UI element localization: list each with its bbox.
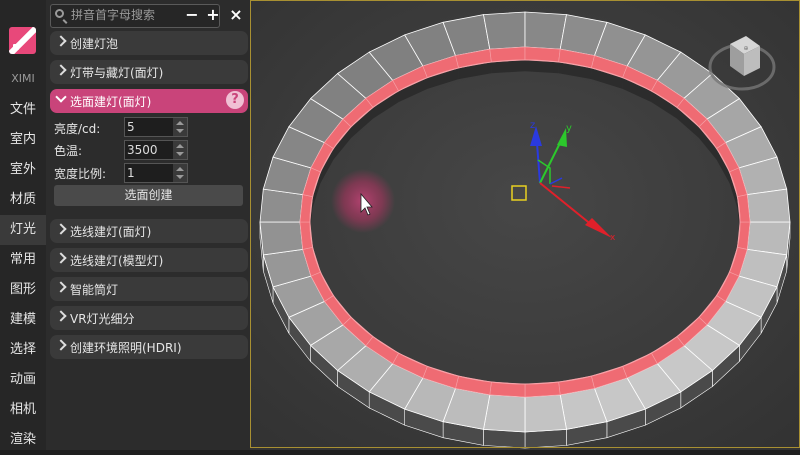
chevron-right-icon [55,223,67,235]
chevron-right-icon [55,35,67,47]
gizmo-z-label: z [530,120,535,131]
ring-outer-wall [524,429,567,449]
create-from-face-button[interactable]: 选面创建 [54,185,243,206]
section-smart-downlight[interactable]: 智能筒灯 [50,277,248,301]
menu-item-material[interactable]: 材质 [0,185,46,215]
gizmo-y-label: y [566,123,572,134]
gizmo-x-label: x [610,233,616,243]
menu-item-selection[interactable]: 选择 [0,335,46,365]
chevron-right-icon [55,339,67,351]
ring-top-face [524,11,567,50]
brightness-spinner [124,117,188,137]
section-line-model-light[interactable]: 选线建灯(模型灯) [50,248,248,272]
section-label: 选线建灯(面灯) [70,225,152,239]
arrow-down-icon [176,129,184,133]
brightness-label: 亮度/cd: [54,122,101,136]
app-logo-icon [9,27,36,54]
menu-item-exterior[interactable]: 室外 [0,155,46,185]
menu-item-lighting[interactable]: 灯光 [0,215,46,245]
section-create-bulb[interactable]: 创建灯泡 [50,31,248,55]
section-light-strip[interactable]: 灯带与藏灯(面灯) [50,60,248,84]
brand-label: XIMI [11,72,35,85]
search-icon [55,9,64,18]
ring-top-face [483,11,526,50]
color-temp-input[interactable] [127,141,171,159]
section-label: 灯带与藏灯(面灯) [70,66,164,80]
menu-item-camera[interactable]: 相机 [0,395,46,425]
brightness-input[interactable] [127,118,171,136]
chevron-right-icon [55,281,67,293]
chevron-right-icon [55,310,67,322]
section-label: 智能筒灯 [70,283,119,297]
width-ratio-label: 宽度比例: [54,167,107,181]
menu-item-shapes[interactable]: 图形 [0,275,46,305]
section-label: 选面建灯(面灯) [70,95,152,109]
section-face-light[interactable]: 选面建灯(面灯) ? [50,89,248,113]
width-ratio-stepper[interactable] [173,164,187,182]
ring-top-face [259,221,304,256]
help-icon[interactable]: ? [226,91,244,109]
section-vr-subdivision[interactable]: VR灯光细分 [50,306,248,330]
close-panel-button[interactable]: × [226,5,246,25]
width-ratio-spinner [124,163,188,183]
menu-item-animation[interactable]: 动画 [0,365,46,395]
width-ratio-input[interactable] [127,164,171,182]
viewport-canvas[interactable]: z y x ⊕ [250,0,800,450]
color-temp-stepper[interactable] [173,141,187,159]
lighting-panel: 创建灯泡 灯带与藏灯(面灯) 选面建灯(面灯) ? 亮度/cd: 色温: 宽度比… [46,0,250,450]
menu-item-render[interactable]: 渲染 [0,425,46,455]
section-label: 选线建灯(模型灯) [70,254,164,268]
ring-outer-wall [483,429,526,449]
menu-item-file[interactable]: 文件 [0,95,46,125]
ring-top-face [524,394,567,433]
section-hdri-lighting[interactable]: 创建环境照明(HDRI) [50,335,248,359]
menu-item-modeling[interactable]: 建模 [0,305,46,335]
menu-item-common[interactable]: 常用 [0,245,46,275]
arrow-down-icon [176,175,184,179]
section-line-face-light[interactable]: 选线建灯(面灯) [50,219,248,243]
section-label: 创建环境照明(HDRI) [70,341,182,355]
brightness-stepper[interactable] [173,118,187,136]
main-menu-bar: XIMI 文件 室内 室外 材质 灯光 常用 图形 建模 选择 动画 相机 渲染 [0,0,46,450]
svg-text:⊕: ⊕ [743,45,748,52]
chevron-down-icon [55,91,67,103]
section-label: 创建灯泡 [70,37,119,51]
3d-viewport[interactable]: z y x ⊕ [250,0,800,450]
arrow-up-icon [176,167,184,171]
section-label: VR灯光细分 [70,312,135,326]
add-button[interactable]: + [203,5,223,25]
chevron-right-icon [55,64,67,76]
arrow-down-icon [176,152,184,156]
menu-item-interior[interactable]: 室内 [0,125,46,155]
color-temp-label: 色温: [54,144,83,158]
chevron-right-icon [55,252,67,264]
arrow-up-icon [176,144,184,148]
ring-top-face [483,394,526,433]
arrow-up-icon [176,121,184,125]
collapse-button[interactable]: − [182,5,202,25]
color-temp-spinner [124,140,188,160]
ring-top-face [746,188,791,223]
